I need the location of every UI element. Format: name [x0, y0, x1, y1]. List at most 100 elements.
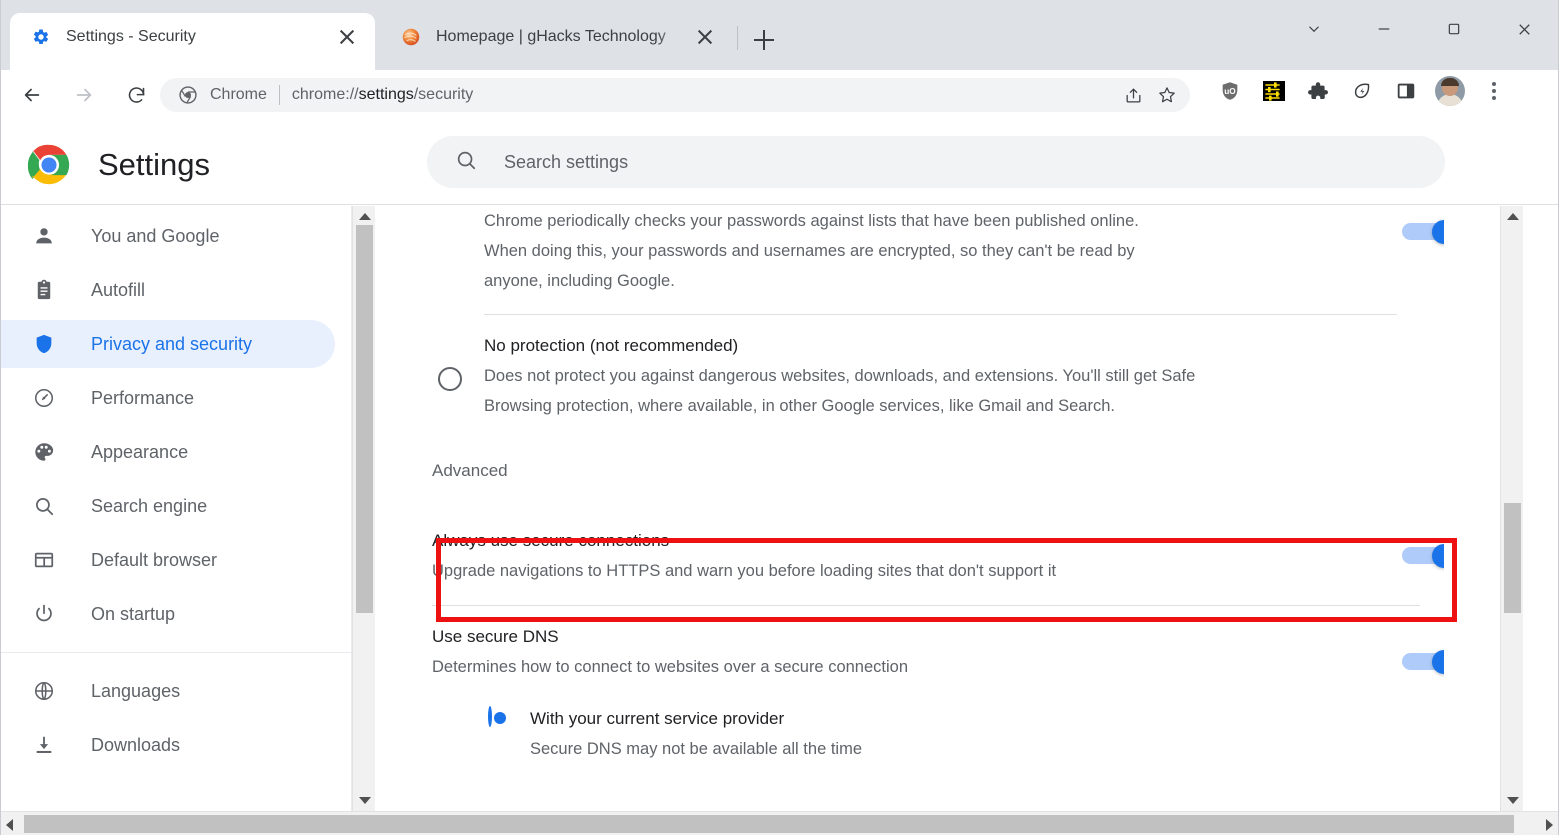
share-icon[interactable]: [1116, 81, 1150, 109]
scrollbar-thumb[interactable]: [1504, 503, 1521, 613]
browser-toolbar: Chrome chrome://settings/security uO: [0, 70, 1559, 120]
tab-settings-security[interactable]: Settings - Security: [10, 13, 375, 70]
profile-avatar[interactable]: [1435, 76, 1465, 106]
scrollbar-thumb[interactable]: [24, 815, 1514, 833]
search-settings-box[interactable]: [427, 136, 1445, 188]
scroll-right-icon[interactable]: [1546, 819, 1553, 831]
sidebar-item-label: Privacy and security: [91, 333, 253, 354]
url-domain: settings: [358, 86, 414, 103]
maximize-icon[interactable]: [1419, 0, 1489, 58]
omnibox-actions: [1116, 81, 1184, 109]
sidebar-item-label: Search engine: [91, 495, 208, 516]
no-protection-desc-2: Browsing protection, where available, in…: [484, 397, 1115, 415]
dns-option-radio[interactable]: [488, 706, 492, 727]
extension-icons: uO: [1215, 76, 1509, 106]
sidebar-item-downloads[interactable]: Downloads: [0, 721, 335, 769]
password-check-desc-1: Chrome periodically checks your password…: [484, 212, 1139, 230]
settings-sidebar: You and Google Autofill Privacy and secu…: [0, 206, 352, 811]
window-right-gutter: [1523, 206, 1559, 811]
sidebar-item-privacy-and-security[interactable]: Privacy and security: [0, 320, 335, 368]
arrow-forward-icon[interactable]: [64, 75, 104, 115]
url-prefix: chrome://: [291, 86, 359, 103]
sidebar-item-label: On startup: [91, 603, 176, 624]
tab-title: Homepage | gHacks Technology: [436, 27, 666, 45]
bookmark-star-icon[interactable]: [1150, 81, 1184, 109]
reload-icon[interactable]: [116, 75, 156, 115]
horizontal-scrollbar[interactable]: [0, 811, 1559, 835]
avatar-hair: [1441, 78, 1459, 86]
secure-dns-desc: Determines how to connect to websites ov…: [432, 658, 909, 676]
chrome-menu-icon[interactable]: [1479, 76, 1509, 106]
browser-window-icon: [31, 547, 57, 573]
sidebar-item-search-engine[interactable]: Search engine: [0, 482, 335, 530]
dns-option-desc: Secure DNS may not be available all the …: [530, 740, 862, 758]
no-protection-title: No protection (not recommended): [484, 336, 739, 355]
puzzle-extensions-icon[interactable]: [1303, 76, 1333, 106]
close-icon[interactable]: [333, 23, 361, 51]
password-check-desc-3: anyone, including Google.: [484, 272, 675, 290]
close-icon[interactable]: [1489, 0, 1559, 58]
sidebar-item-languages[interactable]: Languages: [0, 667, 335, 715]
ublock-origin-icon[interactable]: uO: [1215, 76, 1245, 106]
no-protection-radio[interactable]: [438, 367, 462, 391]
chevron-down-icon[interactable]: [1279, 0, 1349, 58]
secure-dns-title: Use secure DNS: [432, 627, 559, 646]
sidebar-item-label: Languages: [91, 680, 181, 701]
sidebar-item-label: Autofill: [91, 279, 146, 300]
address-bar[interactable]: Chrome chrome://settings/security: [160, 78, 1190, 112]
scroll-down-icon[interactable]: [1507, 797, 1519, 804]
sidebar-item-autofill[interactable]: Autofill: [0, 266, 335, 314]
omnibox-site-label: Chrome: [210, 86, 267, 103]
sidebar-item-you-and-google[interactable]: You and Google: [0, 212, 335, 260]
scroll-left-icon[interactable]: [6, 819, 13, 831]
tab-ghacks[interactable]: Homepage | gHacks Technology: [380, 13, 733, 70]
always-secure-connections-row[interactable]: Always use secure connections Upgrade na…: [432, 507, 1468, 605]
sidebar-item-on-startup[interactable]: On startup: [0, 590, 335, 638]
tab-title: Settings - Security: [66, 27, 196, 45]
sidebar-item-label: Appearance: [91, 441, 189, 462]
omnibox-url: chrome://settings/security: [292, 86, 473, 104]
settings-main-content: Chrome periodically checks your password…: [376, 206, 1500, 811]
dns-option-label: With your current service provider: [530, 709, 785, 728]
side-panel-icon[interactable]: [1391, 76, 1421, 106]
secure-dns-row[interactable]: Use secure DNS Determines how to connect…: [432, 606, 1456, 682]
scrollbar-thumb[interactable]: [356, 225, 373, 613]
dns-option-current-provider[interactable]: With your current service provider Secur…: [432, 682, 1444, 764]
sidebar-item-performance[interactable]: Performance: [0, 374, 335, 422]
svg-text:uO: uO: [1224, 87, 1236, 96]
speedometer-icon: [31, 385, 57, 411]
password-check-row: Chrome periodically checks your password…: [432, 206, 1456, 314]
scroll-down-icon[interactable]: [359, 797, 371, 804]
shield-icon: [31, 331, 57, 357]
power-icon: [31, 601, 57, 627]
leaf-bolt-extension-icon[interactable]: [1347, 76, 1377, 106]
password-check-desc-2: When doing this, your passwords and user…: [484, 242, 1135, 260]
ghacks-icon: [402, 28, 420, 46]
clipboard-icon: [31, 277, 57, 303]
close-icon[interactable]: [691, 23, 719, 51]
gear-icon: [32, 28, 50, 46]
scroll-up-icon[interactable]: [359, 213, 371, 220]
sidebar-item-appearance[interactable]: Appearance: [0, 428, 335, 476]
scroll-up-icon[interactable]: [1507, 213, 1519, 220]
chrome-icon: [178, 85, 198, 105]
sidebar-scrollbar[interactable]: [352, 206, 375, 811]
minimize-icon[interactable]: [1349, 0, 1419, 58]
page-title: Settings: [98, 147, 211, 182]
no-protection-desc-1: Does not protect you against dangerous w…: [484, 367, 1196, 385]
download-icon: [31, 732, 57, 758]
yellow-list-extension-icon[interactable]: [1259, 76, 1289, 106]
tab-separator: [737, 26, 738, 50]
main-right-gap: [1444, 206, 1500, 811]
security-card: Chrome periodically checks your password…: [432, 206, 1468, 764]
sidebar-item-default-browser[interactable]: Default browser: [0, 536, 335, 584]
advanced-section-label: Advanced: [432, 461, 508, 480]
no-protection-row[interactable]: No protection (not recommended) Does not…: [432, 315, 1444, 451]
search-input[interactable]: [504, 136, 1445, 188]
palette-icon: [31, 439, 57, 465]
new-tab-button[interactable]: [748, 24, 780, 56]
search-icon: [31, 493, 57, 519]
arrow-back-icon[interactable]: [12, 75, 52, 115]
tab-strip: Settings - Security Homepage | gHacks Te…: [0, 0, 1559, 70]
main-scrollbar[interactable]: [1500, 206, 1523, 811]
